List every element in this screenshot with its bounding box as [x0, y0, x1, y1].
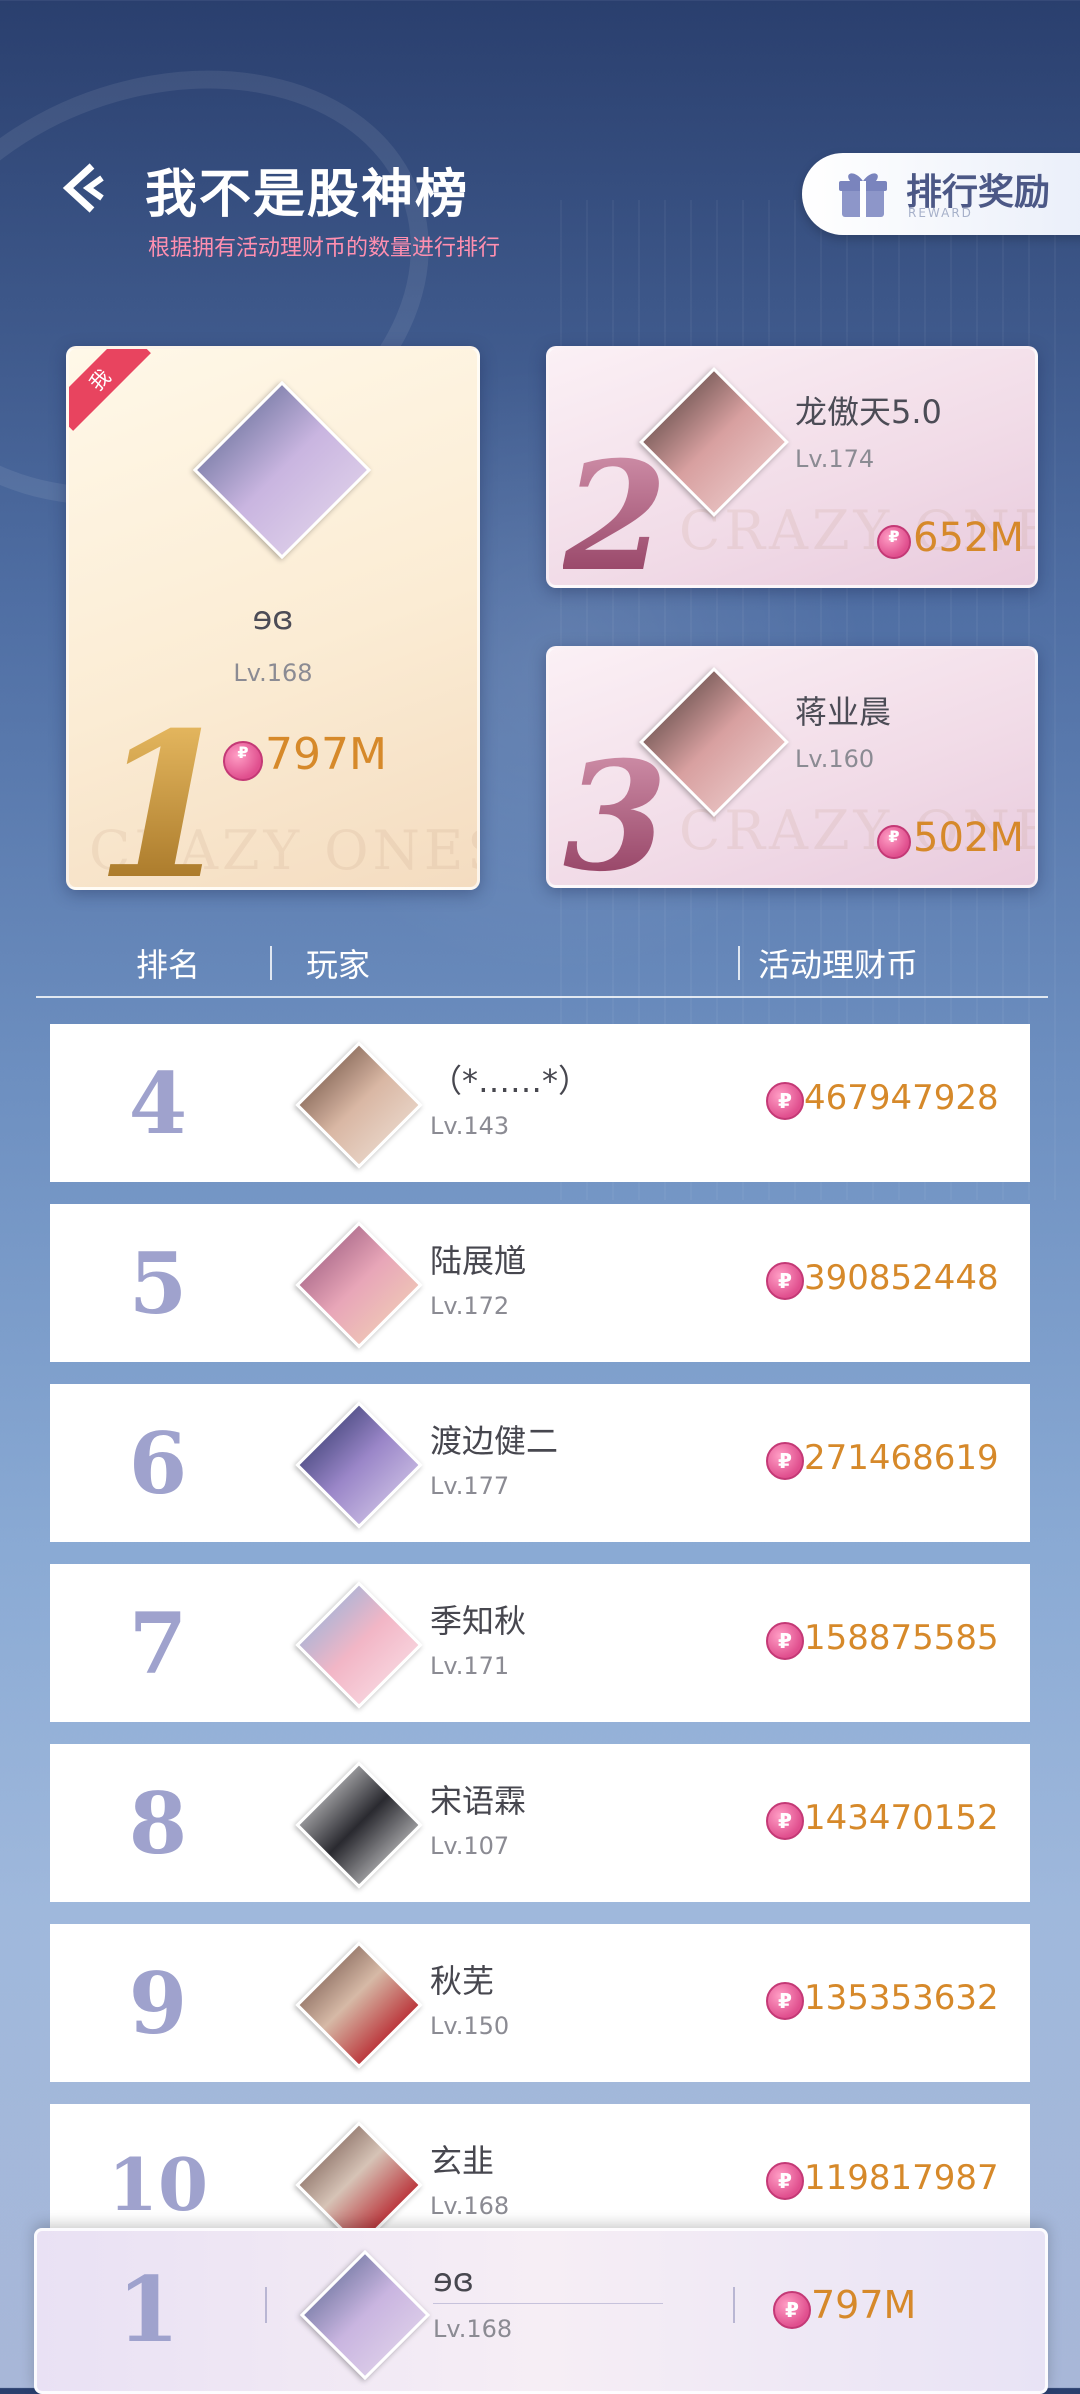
my-rank-bar[interactable]: 1 ɘɞ Lv.168 797M: [34, 2228, 1048, 2394]
table-row[interactable]: 5 陆展馗 Lv.172 390852448: [50, 1204, 1030, 1362]
coin-amount: 119817987: [804, 2158, 999, 2198]
column-divider: [270, 946, 272, 980]
name-underline: [433, 2303, 663, 2304]
coin-amount: 467947928: [804, 1078, 999, 1118]
player-name: 玄韭: [430, 2142, 495, 2180]
player-name: 宋语霖: [430, 1782, 527, 1820]
coin-amount: 271468619: [804, 1438, 999, 1478]
avatar: [295, 1041, 423, 1169]
avatar: [295, 1221, 423, 1349]
column-header-rank: 排名: [136, 946, 201, 984]
avatar: [295, 1941, 423, 2069]
player-level: Lv.160: [795, 745, 875, 773]
coin-icon: [877, 525, 911, 559]
table-row[interactable]: 4 （*……*） Lv.143 467947928: [50, 1024, 1030, 1182]
back-arrow-icon[interactable]: [58, 160, 114, 216]
coin-icon: [766, 1802, 804, 1840]
gift-icon: [839, 173, 887, 217]
rank-number: 6: [128, 1414, 188, 1513]
coin-icon: [773, 2291, 811, 2329]
rank-number: 3: [563, 729, 667, 885]
player-name: （*……*）: [430, 1062, 591, 1100]
player-name: 渡边健二: [430, 1422, 559, 1460]
table-row[interactable]: 9 秋芜 Lv.150 135353632: [50, 1924, 1030, 2082]
player-name: ɘɞ: [252, 599, 294, 637]
me-tag: 我: [69, 349, 151, 431]
coin-icon: [766, 1442, 804, 1480]
column-header-coins: 活动理财币: [758, 946, 919, 984]
coin-amount: 797M: [265, 729, 387, 780]
player-level: Lv.150: [430, 2012, 510, 2040]
podium-card-rank-1[interactable]: CRAZY ONES 我 ɘɞ Lv.168 797M 1: [66, 346, 480, 890]
player-level: Lv.177: [430, 1472, 510, 1500]
ranking-reward-button[interactable]: 排行奖励 REWARD: [802, 153, 1080, 235]
player-level: Lv.171: [430, 1652, 510, 1680]
coin-icon: [877, 825, 911, 859]
coin-amount: 797M: [811, 2283, 917, 2327]
table-row[interactable]: 6 渡边健二 Lv.177 271468619: [50, 1384, 1030, 1542]
player-name: 秋芜: [430, 1962, 495, 2000]
coin-icon: [766, 1622, 804, 1660]
coin-amount: 158875585: [804, 1618, 999, 1658]
podium-card-rank-2[interactable]: CRAZY ONES 2 龙傲天5.0 Lv.174 652M: [546, 346, 1038, 588]
player-level: Lv.143: [430, 1112, 510, 1140]
coin-amount: 502M: [913, 815, 1024, 861]
avatar: [192, 380, 372, 560]
column-header-player: 玩家: [306, 946, 371, 984]
rank-number: 9: [128, 1954, 188, 2053]
coin-icon: [766, 1982, 804, 2020]
rank-number: 10: [107, 2142, 209, 2227]
avatar: [295, 1581, 423, 1709]
player-name: ɘɞ: [433, 2261, 474, 2299]
rank-number: 4: [128, 1054, 188, 1153]
podium-card-rank-3[interactable]: CRAZY ONES 3 蒋业晨 Lv.160 502M: [546, 646, 1038, 888]
coin-amount: 390852448: [804, 1258, 999, 1298]
coin-amount: 135353632: [804, 1978, 999, 2018]
coin-amount: 652M: [913, 515, 1024, 561]
avatar: [299, 2249, 431, 2381]
column-divider: [733, 2287, 735, 2323]
rank-number: 1: [117, 2257, 180, 2363]
coin-icon: [766, 1262, 804, 1300]
player-level: Lv.168: [430, 2192, 510, 2220]
player-level: Lv.107: [430, 1832, 510, 1860]
avatar: [295, 1401, 423, 1529]
player-level: Lv.172: [430, 1292, 510, 1320]
page-subtitle: 根据拥有活动理财币的数量进行排行: [148, 236, 501, 261]
reward-sub-label: REWARD: [908, 206, 973, 220]
rank-number: 1: [95, 689, 234, 887]
header-underline: [36, 996, 1048, 998]
rank-number: 5: [128, 1234, 188, 1333]
player-name: 陆展馗: [430, 1242, 527, 1280]
player-level: Lv.168: [233, 659, 313, 687]
column-divider: [265, 2287, 267, 2323]
player-level: Lv.168: [433, 2315, 513, 2343]
rank-number: 2: [563, 429, 667, 585]
coin-icon: [766, 2162, 804, 2200]
player-name: 季知秋: [430, 1602, 527, 1640]
table-row[interactable]: 8 宋语霖 Lv.107 143470152: [50, 1744, 1030, 1902]
column-divider: [738, 946, 740, 980]
coin-amount: 143470152: [804, 1798, 999, 1838]
rank-number: 8: [128, 1774, 188, 1873]
player-name: 龙傲天5.0: [795, 393, 942, 431]
coin-icon: [766, 1082, 804, 1120]
page-title: 我不是股神榜: [145, 165, 470, 225]
table-row[interactable]: 7 季知秋 Lv.171 158875585: [50, 1564, 1030, 1722]
avatar: [295, 1761, 423, 1889]
player-name: 蒋业晨: [795, 693, 892, 731]
rank-number: 7: [128, 1594, 188, 1693]
player-level: Lv.174: [795, 445, 875, 473]
